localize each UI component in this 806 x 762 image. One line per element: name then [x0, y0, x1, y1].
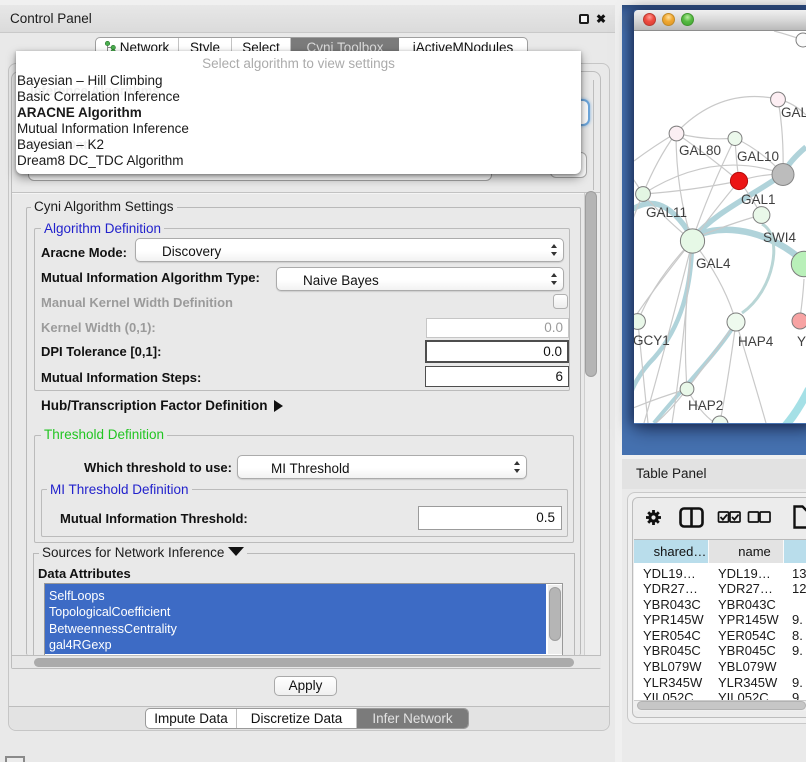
svg-text:GAL10: GAL10 [737, 149, 779, 164]
svg-text:GAL80: GAL80 [679, 143, 721, 158]
svg-text:GAL4: GAL4 [696, 256, 731, 271]
svg-text:GAL7: GAL7 [781, 105, 806, 120]
svg-text:HAP4: HAP4 [738, 334, 774, 349]
svg-text:GAL1: GAL1 [741, 192, 776, 207]
svg-text:HAP2: HAP2 [688, 398, 723, 413]
svg-text:YE: YE [797, 334, 806, 349]
svg-text:GAL11: GAL11 [646, 205, 687, 220]
svg-text:SWI4: SWI4 [763, 230, 796, 245]
svg-text:GCY1: GCY1 [634, 333, 670, 348]
